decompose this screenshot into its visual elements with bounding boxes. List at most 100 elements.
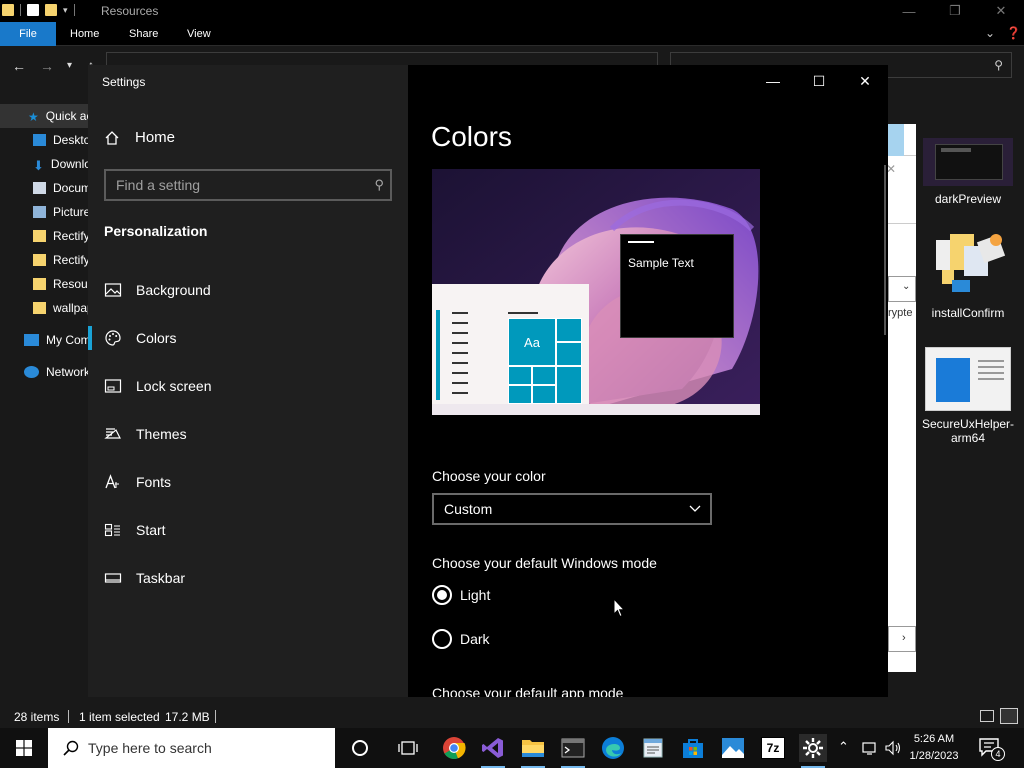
nav-item-quick-access[interactable]: ★ Quick access — [0, 104, 92, 128]
start-icon — [104, 523, 120, 537]
file-item-darkpreview[interactable]: darkPreview — [922, 138, 1014, 206]
nav-item-folder[interactable]: Resources — [0, 272, 92, 296]
taskbar: 7z ⌃ 5:26 AM 1/28/2023 4 — [0, 728, 1024, 768]
task-view-icon[interactable] — [394, 734, 422, 762]
notepad-icon[interactable] — [639, 734, 667, 762]
terminal-icon[interactable] — [559, 734, 587, 768]
visual-studio-icon[interactable] — [479, 734, 507, 768]
themes-icon — [104, 428, 121, 439]
back-icon[interactable]: ← — [12, 58, 26, 74]
chevron-down-icon[interactable]: ⌄ — [902, 281, 910, 292]
minimize-icon[interactable]: — — [886, 0, 932, 22]
colors-page: — ☐ ✕ Colors Aa Sample Text Choose your … — [408, 65, 888, 697]
recent-chevron-icon[interactable]: ▾ — [67, 60, 72, 71]
settings-window-title: Settings — [102, 75, 146, 89]
nav-item-start[interactable]: Start — [88, 510, 408, 550]
forward-icon[interactable]: → — [40, 58, 54, 74]
chevron-right-icon[interactable]: › — [902, 632, 906, 644]
search-icon: ⚲ — [994, 58, 1003, 72]
notification-center-button[interactable]: 4 — [978, 736, 1005, 761]
choose-color-label: Choose your color — [432, 468, 546, 484]
taskbar-search-box[interactable] — [48, 728, 335, 768]
nav-item-my-computer[interactable]: My Computer — [0, 328, 92, 352]
nav-item-background[interactable]: Background — [88, 270, 408, 310]
nav-item-desktop[interactable]: Desktop — [0, 128, 92, 152]
computer-icon — [24, 334, 39, 346]
ribbon-tab-share[interactable]: Share — [115, 22, 172, 46]
ribbon-tab-view[interactable]: View — [173, 22, 225, 46]
mouse-cursor-icon — [613, 598, 625, 618]
nav-item-folder[interactable]: Rectify11 — [0, 248, 92, 272]
windows-mode-label: Choose your default Windows mode — [432, 555, 657, 571]
clock-date: 1/28/2023 — [909, 750, 959, 762]
file-item-secureuxhelper[interactable]: SecureUxHelper-arm64 — [922, 347, 1014, 445]
home-nav-item[interactable]: Home — [104, 129, 175, 146]
choose-color-value: Custom — [444, 501, 493, 517]
nav-item-colors[interactable]: Colors — [88, 318, 408, 358]
chevron-down-icon — [689, 505, 701, 512]
large-icons-view-icon[interactable] — [1000, 708, 1018, 724]
minimize-icon[interactable]: — — [750, 65, 796, 97]
selection-status: 1 item selected — [79, 710, 160, 724]
nav-item-themes[interactable]: Themes — [88, 414, 408, 454]
preview-app-window: Aa — [432, 284, 589, 404]
taskbar-search-input[interactable] — [88, 740, 308, 756]
folder-icon — [33, 230, 46, 242]
nav-item-folder[interactable]: wallpapers — [0, 296, 92, 320]
install-confirm-thumbnail — [928, 232, 1008, 300]
close-icon[interactable]: ✕ — [978, 0, 1024, 22]
clock-time: 5:26 AM — [913, 733, 955, 745]
taskbar-clock[interactable]: 5:26 AM 1/28/2023 — [906, 731, 962, 765]
taskbar-icon — [104, 573, 122, 583]
properties-icon[interactable] — [27, 4, 39, 16]
close-icon[interactable]: ✕ — [842, 65, 888, 97]
7zip-icon[interactable]: 7z — [759, 734, 787, 762]
edge-icon[interactable] — [599, 734, 627, 762]
star-icon: ★ — [28, 110, 39, 124]
start-button[interactable] — [0, 728, 48, 768]
settings-search-input[interactable] — [106, 171, 390, 199]
restore-icon[interactable]: ❐ — [932, 0, 978, 22]
pictures-icon — [33, 206, 46, 218]
scrollbar[interactable] — [884, 165, 886, 335]
help-icon[interactable]: ❓ — [1006, 26, 1021, 40]
maximize-icon[interactable]: ☐ — [796, 65, 842, 97]
settings-search-box[interactable]: ⚲ — [104, 169, 392, 201]
expand-ribbon-icon[interactable]: ⌄ — [985, 26, 995, 40]
nav-item-fonts[interactable]: Fonts — [88, 462, 408, 502]
ribbon: File Home Share View ⌄ ❓ — [0, 22, 1024, 46]
details-view-icon[interactable] — [980, 710, 994, 722]
selection-size: 17.2 MB — [165, 710, 210, 724]
settings-icon[interactable] — [799, 734, 827, 768]
nav-item-downloads[interactable]: ⬇ Downloads — [0, 152, 92, 176]
choose-color-dropdown[interactable]: Custom — [432, 493, 712, 525]
nav-item-network[interactable]: Network — [0, 360, 92, 384]
network-icon[interactable] — [862, 740, 880, 756]
explorer-titlebar: ▾ Resources — ❐ ✕ — [0, 0, 1024, 22]
download-icon: ⬇ — [33, 158, 44, 173]
nav-item-lock-screen[interactable]: Lock screen — [88, 366, 408, 406]
store-icon[interactable] — [679, 734, 707, 762]
nav-item-documents[interactable]: Documents — [0, 176, 92, 200]
nav-item-folder[interactable]: Rectify11 — [0, 224, 92, 248]
cortana-icon[interactable] — [346, 734, 374, 762]
chevron-down-icon[interactable]: ▾ — [63, 5, 68, 16]
file-item-installconfirm[interactable]: installConfirm — [922, 232, 1014, 320]
show-hidden-icons-icon[interactable]: ⌃ — [838, 739, 849, 755]
nav-item-taskbar[interactable]: Taskbar — [88, 558, 408, 598]
ribbon-tab-file[interactable]: File — [0, 22, 56, 46]
photos-icon[interactable] — [719, 734, 747, 762]
chrome-icon[interactable] — [440, 734, 468, 762]
file-explorer-icon[interactable] — [519, 734, 547, 768]
new-folder-icon[interactable] — [45, 4, 57, 16]
status-bar: 28 items 1 item selected 17.2 MB — [0, 706, 1024, 728]
folder-icon — [33, 278, 46, 290]
search-icon — [63, 740, 79, 756]
nav-item-pictures[interactable]: Pictures — [0, 200, 92, 224]
ribbon-tab-home[interactable]: Home — [56, 22, 113, 46]
volume-icon[interactable] — [885, 740, 903, 756]
windows-mode-dark-radio[interactable]: Dark — [432, 629, 490, 649]
image-icon — [104, 283, 122, 297]
windows-logo-icon — [16, 740, 32, 756]
windows-mode-light-radio[interactable]: Light — [432, 585, 490, 605]
